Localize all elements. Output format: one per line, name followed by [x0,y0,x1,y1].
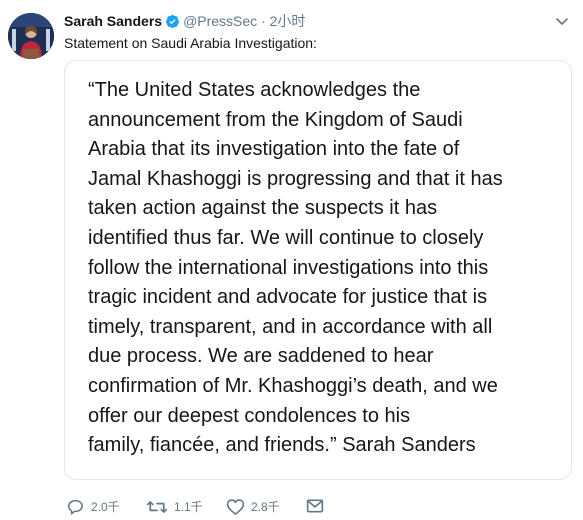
author-handle[interactable]: @PressSec [183,13,257,29]
statement-image[interactable]: “The United States acknowledges the anno… [64,60,572,480]
tweet-text: Statement on Saudi Arabia Investigation: [64,35,317,51]
quote-line: announcement from the Kingdom of Saudi [88,108,463,131]
like-button[interactable]: 2.8千 [226,498,280,516]
quote-line: timely, transparent, and in accordance w… [88,315,493,338]
quote-line: Jamal Khashoggi is progressing and that … [88,167,503,190]
like-count: 2.8千 [251,500,280,514]
envelope-icon [306,498,324,514]
quote-line: family, fiancée, and friends.” Sarah San… [88,434,476,457]
quote-line: taken action against the suspects it has [88,197,438,220]
chevron-down-icon[interactable] [554,15,570,27]
reply-icon [66,498,85,516]
retweet-button[interactable]: 1.1千 [146,498,203,516]
statement-quote: “The United States acknowledges the anno… [88,76,503,461]
quote-line: offer our deepest condolences to his [88,404,411,427]
separator-dot: · [261,13,266,29]
reply-count: 2.0千 [91,500,120,514]
quote-line: follow the international investigations … [88,256,489,279]
tweet-header: Sarah Sanders @PressSec · 2小时 [64,12,305,33]
quote-line: tragic incident and advocate for justice… [88,286,488,309]
direct-message-button[interactable] [306,498,324,514]
quote-line: identified thus far. We will continue to… [88,226,484,249]
heart-icon [226,498,245,516]
quote-line: confirmation of Mr. Khashoggi’s death, a… [88,374,498,397]
quote-line: due process. We are saddened to hear [88,345,434,368]
author-name[interactable]: Sarah Sanders [64,13,162,29]
retweet-count: 1.1千 [174,500,203,514]
quote-line: “The United States acknowledges the [88,79,421,101]
quote-line: Arabia that its investigation into the f… [88,138,460,161]
retweet-icon [146,498,168,516]
reply-button[interactable]: 2.0千 [66,498,120,516]
avatar[interactable] [8,13,54,59]
verified-badge-icon [165,14,180,33]
timestamp[interactable]: 2小时 [270,13,306,29]
